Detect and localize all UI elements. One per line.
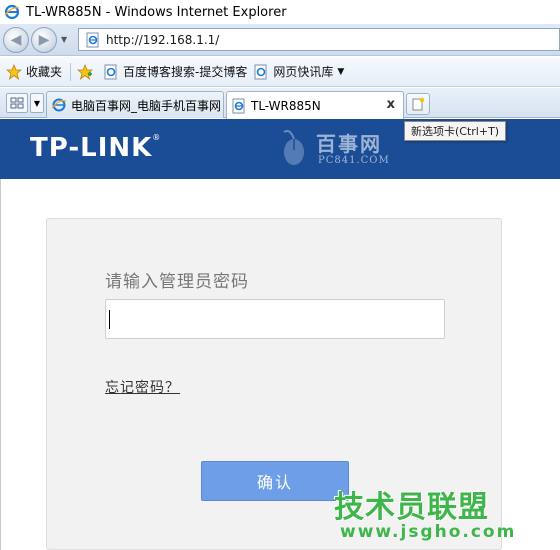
jsgho-watermark-text: 技术员联盟: [334, 490, 489, 525]
tab-pc841[interactable]: 电脑百事网_电脑手机百事网: [46, 91, 224, 118]
jsgho-watermark-url: www.jsgho.com: [340, 522, 517, 542]
address-bar[interactable]: http://192.168.1.1/: [78, 28, 560, 51]
page-left-border: [0, 179, 1, 550]
tab-list-button[interactable]: ▼: [30, 93, 44, 113]
forgot-password-link[interactable]: 忘记密码？: [105, 377, 180, 397]
feed-icon: [254, 64, 267, 79]
confirm-button[interactable]: 确认: [201, 461, 349, 501]
back-arrow-icon: ◀: [10, 32, 22, 48]
chevron-down-icon: ▼: [337, 66, 345, 77]
favorites-separator: [70, 62, 72, 81]
quick-tabs-button[interactable]: [6, 93, 28, 113]
new-tab-icon: [412, 97, 425, 111]
quick-tabs-grid-icon: [10, 97, 24, 109]
favorite-link-baidu-blog[interactable]: 百度博客搜索-提交博客: [103, 63, 247, 80]
ie-page-icon: [51, 98, 67, 112]
window-title-bar: TL-WR885N - Windows Internet Explorer: [0, 0, 560, 24]
chevron-down-icon: ▼: [33, 98, 41, 108]
web-slice-label: 网页快讯库: [273, 65, 334, 79]
pc841-mouse-logo-icon: [283, 129, 304, 165]
new-tab-button[interactable]: [406, 93, 430, 115]
text-cursor: [109, 310, 110, 329]
add-to-favorites-button[interactable]: [77, 63, 97, 80]
ie-page-icon: [86, 32, 99, 47]
tp-link-logo: TP-LINK®: [30, 133, 162, 163]
web-slice-gallery-link[interactable]: 网页快讯库 ▼: [253, 63, 344, 80]
favorites-bar: 收藏夹 百度博客搜索-提交博客 网页快讯库 ▼: [0, 57, 560, 87]
favorites-label: 收藏夹: [26, 65, 63, 79]
back-button[interactable]: ◀: [3, 27, 29, 53]
favorites-star-icon: [6, 63, 22, 80]
add-favorite-star-icon: [77, 63, 94, 80]
forward-arrow-icon: ▶: [38, 32, 50, 48]
password-prompt: 请输入管理员密码: [105, 272, 249, 292]
forward-button[interactable]: ▶: [31, 27, 57, 53]
pc841-watermark-url: PC841.COM: [318, 155, 390, 166]
window-title: TL-WR885N - Windows Internet Explorer: [26, 4, 287, 20]
close-tab-icon[interactable]: x: [387, 97, 395, 112]
tab-bar: ▼ 电脑百事网_电脑手机百事网 TL-WR885N x: [0, 88, 560, 119]
tab-label: TL-WR885N: [251, 98, 321, 113]
password-input[interactable]: [105, 299, 445, 339]
ie-page-icon: [232, 98, 245, 113]
navigation-bar: ◀ ▶ ▼ http://192.168.1.1/: [0, 24, 560, 56]
pc841-watermark-name: 百事网: [316, 132, 382, 156]
url-text[interactable]: http://192.168.1.1/: [106, 33, 219, 47]
favorites-button[interactable]: 收藏夹: [6, 63, 62, 80]
recent-pages-dropdown-icon[interactable]: ▼: [61, 35, 67, 44]
tab-tl-wr885n[interactable]: TL-WR885N x: [226, 91, 404, 119]
page-icon: [104, 64, 117, 79]
favorite-link-label: 百度博客搜索-提交博客: [123, 65, 248, 79]
new-tab-tooltip: 新选项卡(Ctrl+T): [404, 121, 507, 141]
tab-label: 电脑百事网_电脑手机百事网: [71, 98, 222, 113]
internet-explorer-icon: [4, 4, 20, 20]
